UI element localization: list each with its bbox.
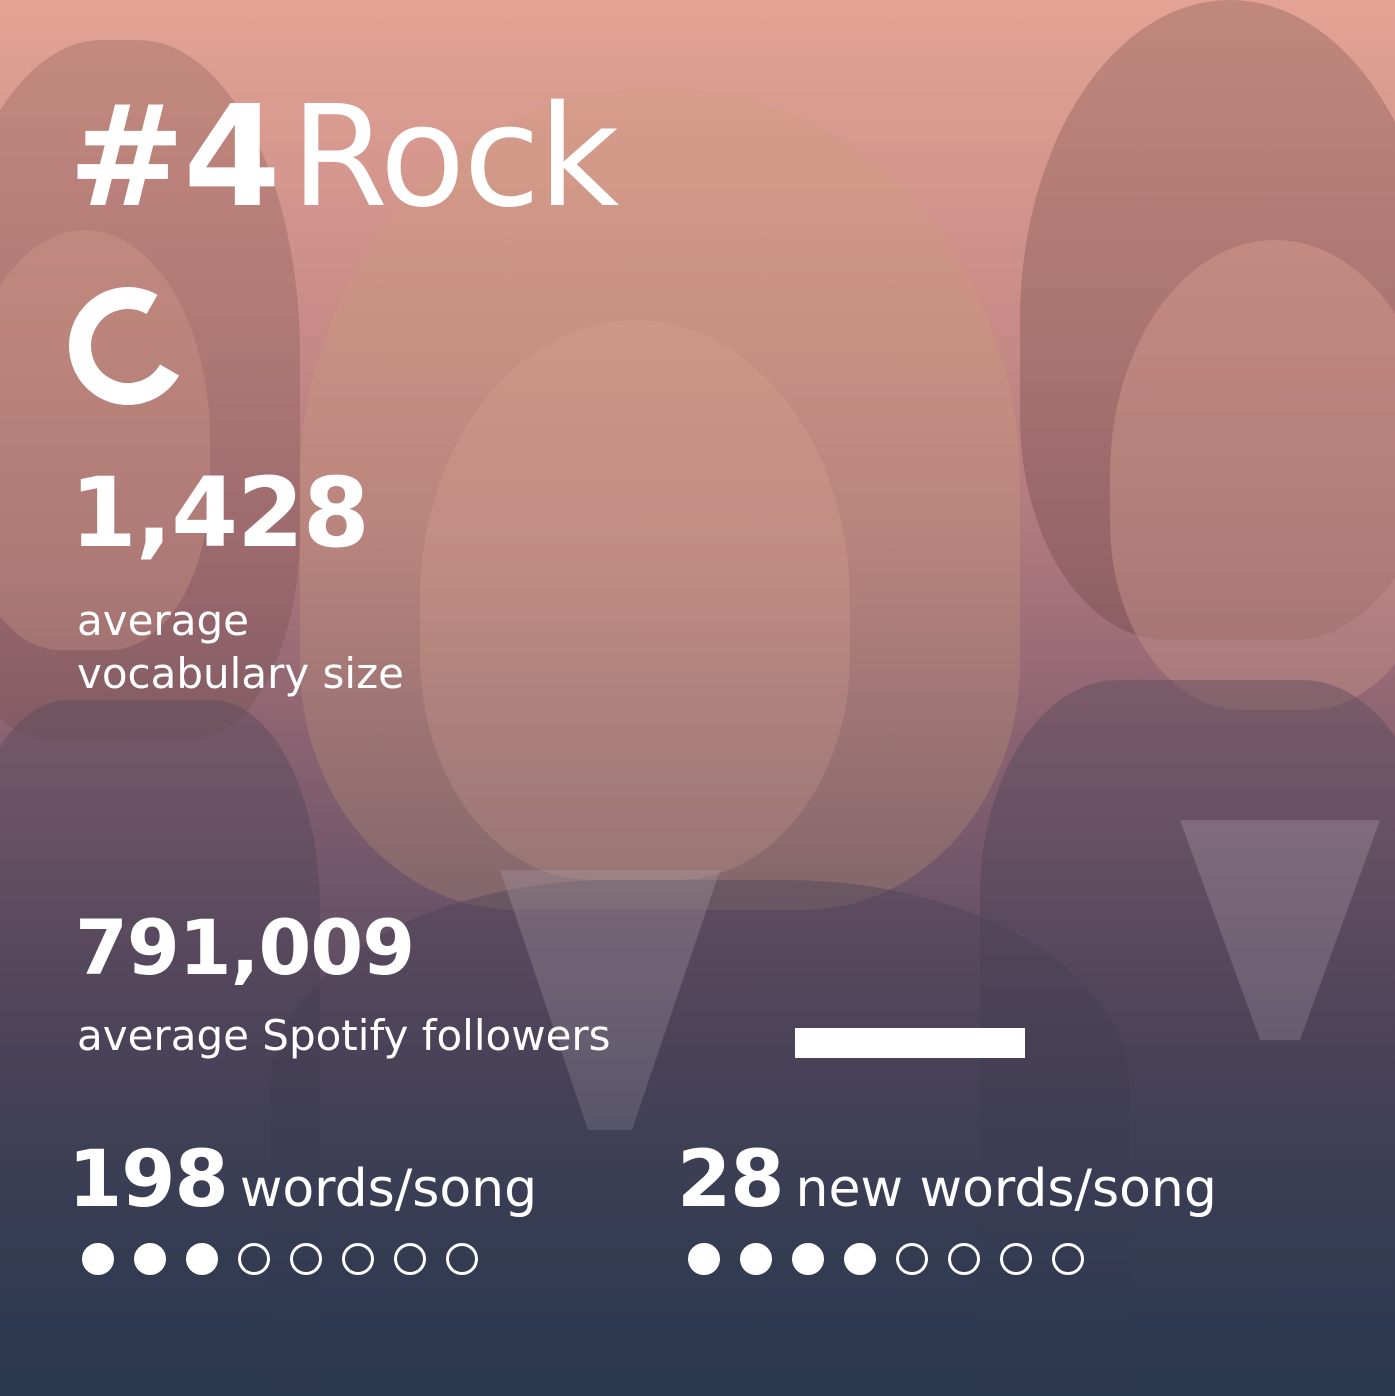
followers-bar — [795, 1028, 1025, 1058]
rating-dot-empty — [446, 1243, 478, 1275]
rating-dot-empty — [394, 1243, 426, 1275]
new-words-per-song-rating — [688, 1243, 1084, 1275]
progress-ring-icon — [69, 287, 180, 405]
new-words-per-song-value: 28 — [677, 1135, 785, 1225]
rating-dot-filled — [844, 1243, 876, 1275]
words-per-song-stat: 198 words/song — [68, 1135, 537, 1225]
spotify-followers-value: 791,009 — [75, 903, 415, 992]
spotify-followers-label: average Spotify followers — [77, 1011, 611, 1060]
words-per-song-unit: words/song — [239, 1159, 538, 1219]
new-words-per-song-stat: 28 new words/song — [677, 1135, 1217, 1225]
rating-dot-filled — [186, 1243, 218, 1275]
vocabulary-label-line2: vocabulary size — [77, 648, 404, 698]
rating-dot-filled — [134, 1243, 166, 1275]
rating-dot-filled — [688, 1243, 720, 1275]
rating-dot-empty — [1052, 1243, 1084, 1275]
genre-rank: #4 — [68, 76, 281, 239]
rating-dot-empty — [1000, 1243, 1032, 1275]
rating-dot-empty — [342, 1243, 374, 1275]
rating-dot-empty — [290, 1243, 322, 1275]
words-per-song-rating — [82, 1243, 478, 1275]
genre-name: Rock — [290, 76, 620, 239]
words-per-song-value: 198 — [68, 1135, 229, 1225]
vocabulary-label-line1: average — [77, 596, 249, 645]
genre-title: #4Rock — [68, 88, 619, 228]
vocabulary-size-value: 1,428 — [70, 457, 370, 569]
genre-card: #4Rock 1,428 average vocabulary size 791… — [0, 0, 1395, 1396]
vocabulary-size-label: average vocabulary size — [77, 595, 404, 700]
rating-dot-empty — [238, 1243, 270, 1275]
rating-dot-empty — [948, 1243, 980, 1275]
new-words-per-song-unit: new words/song — [795, 1159, 1217, 1219]
rating-dot-filled — [740, 1243, 772, 1275]
rating-dot-empty — [896, 1243, 928, 1275]
rating-dot-filled — [82, 1243, 114, 1275]
rating-dot-filled — [792, 1243, 824, 1275]
